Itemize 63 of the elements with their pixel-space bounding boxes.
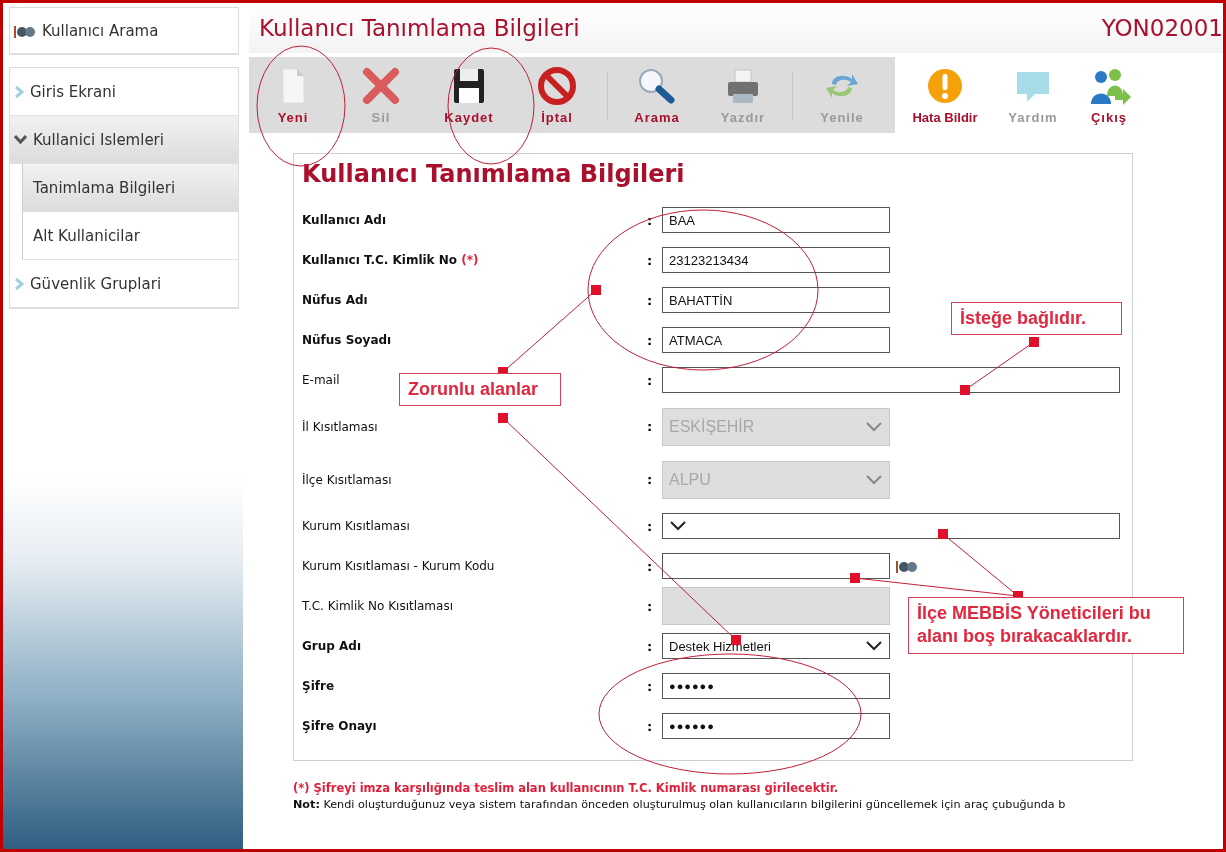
field-label: İl Kısıtlaması: [302, 419, 379, 434]
chevron-down-icon: [669, 520, 687, 532]
field-label: Grup Adı: [302, 639, 363, 653]
callout-label: Zorunlu alanlar: [399, 373, 561, 407]
colon: :: [647, 212, 654, 228]
callout-label: İsteğe bağlıdır.: [951, 302, 1122, 336]
chevron-right-icon: [14, 85, 24, 98]
field-label: İlçe Kısıtlaması: [302, 472, 393, 487]
field-label: Nüfus Soyadı: [302, 333, 393, 347]
select-field[interactable]: [662, 513, 1120, 539]
sidebar-item[interactable]: Kullanici Islemleri: [10, 116, 238, 164]
form-title: Kullanıcı Tanımlama Bilgileri: [302, 160, 686, 190]
password-field[interactable]: ●●●●●●: [662, 673, 890, 699]
chevron-down-icon: [865, 640, 883, 652]
toolbar-button[interactable]: İptal: [513, 57, 601, 133]
colon: :: [647, 419, 654, 434]
colon: :: [647, 472, 654, 487]
text-field[interactable]: 23123213434: [662, 247, 890, 273]
screen-code: YON02001: [1101, 15, 1223, 41]
colon: :: [647, 558, 654, 574]
colon: :: [647, 332, 654, 348]
select-field[interactable]: Destek Hizmetleri: [662, 633, 890, 659]
chevron-down-icon: [865, 420, 883, 433]
toolbar-button[interactable]: Hata Bildir: [895, 57, 995, 133]
field-label: Şifre: [302, 679, 336, 693]
field-label: Kurum Kısıtlaması - Kurum Kodu: [302, 559, 496, 573]
field-label: Kullanıcı Adı: [302, 213, 387, 227]
chevron-down-icon: [14, 133, 27, 146]
colon: :: [647, 638, 654, 654]
text-field[interactable]: [662, 553, 890, 579]
colon: :: [647, 678, 654, 694]
field-label: T.C. Kimlik No Kısıtlaması: [302, 599, 454, 613]
info-note: Not: Kendi oluşturduğunuz veya sistem tarafından önceden oluşturulmuş olan kullanıcıların bilgilerini güncellemek için araç çubuğunda b: [293, 798, 1067, 811]
sidebar-subitem[interactable]: Alt Kullanicilar: [22, 212, 238, 260]
toolbar-button[interactable]: Yeni: [249, 57, 337, 133]
toolbar-button[interactable]: Arama: [614, 57, 700, 133]
text-field[interactable]: BAA: [662, 207, 890, 233]
text-field[interactable]: BAHATTİN: [662, 287, 890, 313]
chevron-right-icon: [14, 277, 24, 290]
text-field[interactable]: ATMACA: [662, 327, 890, 353]
toolbar-button[interactable]: Çıkış: [1071, 57, 1147, 133]
binoculars-icon: [896, 559, 918, 573]
chevron-down-icon: [865, 473, 883, 486]
colon: :: [647, 598, 654, 614]
text-field[interactable]: [662, 367, 1120, 393]
required-note: (*) Şifreyi imza karşılığında teslim alan kullanıcının T.C. Kimlik numarası girilecektir.: [293, 781, 840, 795]
colon: :: [647, 518, 654, 534]
field-label: Şifre Onayı: [302, 719, 378, 733]
no-entry-icon: [535, 65, 579, 106]
colon: :: [647, 292, 654, 308]
page-title: Kullanıcı Tanımlama Bilgileri: [259, 15, 580, 41]
binoculars-icon: [14, 23, 36, 38]
colon: :: [647, 372, 654, 388]
field-label: Kurum Kısıtlaması: [302, 519, 411, 533]
password-field[interactable]: ●●●●●●: [662, 713, 890, 739]
sidebar-subitem[interactable]: Tanimlama Bilgileri: [22, 164, 238, 212]
colon: :: [647, 718, 654, 734]
colon: :: [647, 252, 654, 268]
field-label: E-mail: [302, 373, 341, 387]
toolbar-button[interactable]: Kaydet: [425, 57, 513, 133]
field-label: Nüfus Adı: [302, 293, 369, 307]
callout-label: İlçe MEBBİS Yöneticileri bu alanı boş bırakacaklardır.: [908, 597, 1184, 654]
field-label: Kullanıcı T.C. Kimlik No (*): [302, 253, 480, 267]
